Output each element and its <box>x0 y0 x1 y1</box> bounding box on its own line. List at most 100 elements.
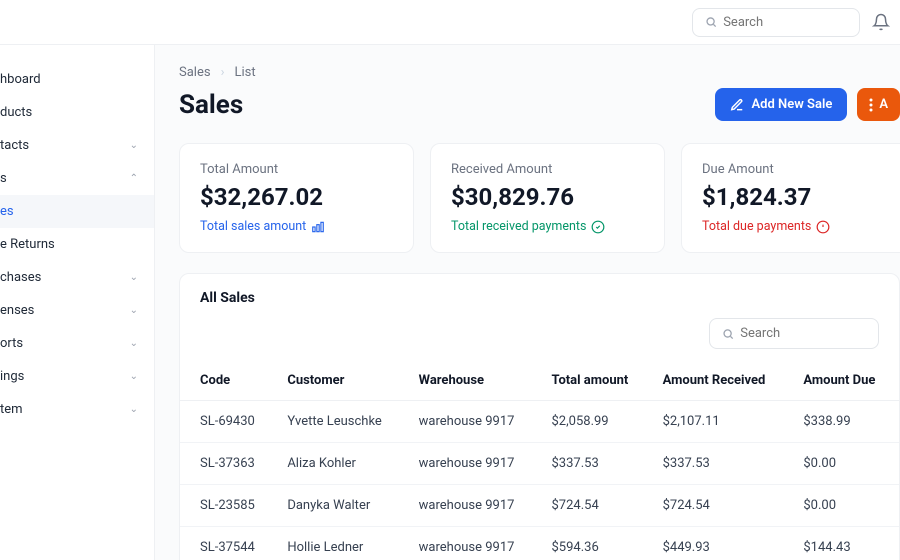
breadcrumb-item: List <box>234 65 255 80</box>
page-actions: Add New Sale A <box>715 88 900 121</box>
sidebar-item-label: hboard <box>0 72 41 87</box>
sidebar-item-label: e Returns <box>0 237 55 252</box>
column-header[interactable]: Amount Due <box>793 361 899 401</box>
button-label: Add New Sale <box>751 97 832 112</box>
card-label: Total Amount <box>200 162 393 177</box>
summary-card: Received Amount $30,829.76 Total received … <box>430 143 665 253</box>
table-cell: warehouse 9917 <box>409 527 542 560</box>
more-vertical-icon <box>869 98 873 112</box>
table-cell: $724.54 <box>541 485 652 527</box>
sidebar-item[interactable]: orts ⌄ <box>0 327 154 360</box>
sidebar-item-label: enses <box>0 303 34 318</box>
table-cell: Yvette Leuschke <box>277 401 408 443</box>
card-subtext: Total due payments <box>702 219 895 234</box>
sidebar-item-label: orts <box>0 336 23 351</box>
sales-table-card: All Sales CodeCustomerWarehouseTotal amo… <box>179 273 900 560</box>
sidebar-item-label: ducts <box>0 105 32 120</box>
breadcrumb-item[interactable]: Sales <box>179 65 211 80</box>
table-cell: $449.93 <box>653 527 794 560</box>
table-cell: Danyka Walter <box>277 485 408 527</box>
topbar <box>0 0 900 45</box>
table-cell: $2,107.11 <box>653 401 794 443</box>
chevron-down-icon: ⌄ <box>130 272 138 283</box>
table-row[interactable]: SL-69430Yvette Leuschkewarehouse 9917 $2,… <box>180 401 899 443</box>
table-row[interactable]: SL-37544Hollie Lednerwarehouse 9917$594.… <box>180 527 899 560</box>
table-cell: SL-37544 <box>180 527 277 560</box>
table-cell: $337.53 <box>653 443 794 485</box>
chevron-down-icon: ⌄ <box>130 140 138 151</box>
card-label: Received Amount <box>451 162 644 177</box>
sidebar-item[interactable]: s⌃ <box>0 162 154 195</box>
search-icon <box>705 15 717 29</box>
add-new-sale-button[interactable]: Add New Sale <box>715 88 847 121</box>
sidebar-item-label: chases <box>0 270 41 285</box>
search-icon <box>722 327 734 341</box>
table-title: All Sales <box>200 290 255 306</box>
pencil-icon <box>730 98 744 112</box>
sidebar: hboardductstacts⌄s⌃ese Returnschases⌄ens… <box>0 45 155 560</box>
table-cell: $0.00 <box>793 485 899 527</box>
chevron-down-icon: ⌄ <box>130 338 138 349</box>
sidebar-item[interactable]: es <box>0 195 154 228</box>
sidebar-item[interactable]: ducts <box>0 96 154 129</box>
table-cell: $724.54 <box>653 485 794 527</box>
chevron-up-icon: ⌃ <box>130 173 138 184</box>
table-cell: SL-37363 <box>180 443 277 485</box>
sidebar-item-label: ings <box>0 369 24 384</box>
sidebar-item-label: tacts <box>0 138 29 153</box>
red-indicator-icon <box>816 220 830 234</box>
sidebar-item-label: s <box>0 171 7 186</box>
table-cell: SL-69430 <box>180 401 277 443</box>
column-header[interactable]: Customer <box>277 361 408 401</box>
breadcrumb: Sales › List <box>179 65 900 80</box>
page-title: Sales <box>179 90 243 120</box>
sidebar-item[interactable]: chases ⌄ <box>0 261 154 294</box>
sidebar-item[interactable]: ings ⌄ <box>0 360 154 393</box>
table-row[interactable]: SL-37363Aliza Kohlerwarehouse 9917$337.5… <box>180 443 899 485</box>
green-indicator-icon <box>591 220 605 234</box>
table-cell: $337.53 <box>541 443 652 485</box>
table-cell: Hollie Ledner <box>277 527 408 560</box>
sidebar-item[interactable]: hboard <box>0 63 154 96</box>
chevron-down-icon: ⌄ <box>130 371 138 382</box>
column-header[interactable]: Amount Received <box>653 361 794 401</box>
notification-icon[interactable] <box>872 13 890 31</box>
table-row[interactable]: SL-23585Danyka Walterwarehouse 9917$724.… <box>180 485 899 527</box>
table-search[interactable] <box>709 318 879 349</box>
table-cell: warehouse 9917 <box>409 401 542 443</box>
chevron-down-icon: ⌄ <box>130 305 138 316</box>
summary-cards: Total Amount$32,267.02Total sales amount… <box>179 143 900 253</box>
column-header[interactable]: Warehouse <box>409 361 542 401</box>
table-cell: warehouse 9917 <box>409 443 542 485</box>
global-search[interactable] <box>692 8 860 37</box>
table-cell: $144.43 <box>793 527 899 560</box>
sidebar-item-label: tem <box>0 402 23 417</box>
card-value: $30,829.76 <box>451 183 644 211</box>
blue-indicator-icon <box>311 220 325 234</box>
secondary-action-button[interactable]: A <box>857 88 900 121</box>
sidebar-item[interactable]: enses ⌄ <box>0 294 154 327</box>
summary-card: Total Amount$32,267.02Total sales amount <box>179 143 414 253</box>
card-value: $1,824.37 <box>702 183 895 211</box>
card-subtext: Total received payments <box>451 219 644 234</box>
table-search-input[interactable] <box>740 326 866 341</box>
card-subtext: Total sales amount <box>200 219 393 234</box>
column-header[interactable]: Code <box>180 361 277 401</box>
chevron-down-icon: ⌄ <box>130 404 138 415</box>
main-content: Sales › List Sales Add New Sale A Total … <box>155 45 900 560</box>
chevron-right-icon: › <box>221 65 225 80</box>
global-search-input[interactable] <box>723 15 847 30</box>
table-cell: SL-23585 <box>180 485 277 527</box>
table-cell: Aliza Kohler <box>277 443 408 485</box>
button-label: A <box>879 97 888 112</box>
card-label: Due Amount <box>702 162 895 177</box>
table-cell: warehouse 9917 <box>409 485 542 527</box>
column-header[interactable]: Total amount <box>541 361 652 401</box>
table-cell: $338.99 <box>793 401 899 443</box>
summary-card: Due Amount $1,824.37 Total due payments <box>681 143 900 253</box>
table-cell: $594.36 <box>541 527 652 560</box>
sidebar-item[interactable]: tacts ⌄ <box>0 129 154 162</box>
sidebar-item-label: es <box>0 204 14 219</box>
sidebar-item[interactable]: tem ⌄ <box>0 393 154 426</box>
sidebar-item[interactable]: e Returns <box>0 228 154 261</box>
